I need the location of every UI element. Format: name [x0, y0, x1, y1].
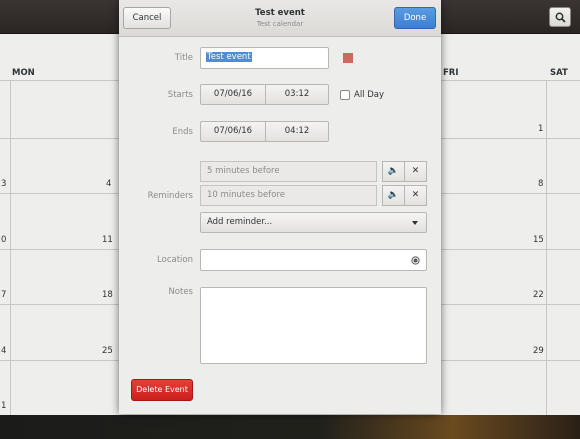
- done-button[interactable]: Done: [394, 7, 436, 29]
- search-icon: [555, 12, 566, 23]
- desktop-background: [0, 415, 580, 439]
- add-reminder-label: Add reminder...: [207, 217, 273, 227]
- day-number[interactable]: 1: [538, 124, 543, 134]
- day-header-mon: MON: [12, 68, 35, 78]
- remove-reminder-button[interactable]: ✕: [404, 161, 427, 182]
- all-day-label[interactable]: All Day: [354, 90, 384, 100]
- ends-label: Ends: [172, 127, 193, 137]
- end-time-button[interactable]: 04:12: [265, 121, 329, 142]
- grid-line: [10, 80, 11, 415]
- notes-textarea[interactable]: [200, 287, 427, 364]
- day-number[interactable]: 22: [533, 290, 544, 300]
- grid-line: [546, 80, 547, 415]
- title-label: Title: [174, 53, 193, 63]
- day-number[interactable]: 29: [533, 346, 544, 356]
- location-icon[interactable]: [411, 256, 420, 265]
- dialog-subtitle: Test calendar: [256, 20, 304, 28]
- day-number[interactable]: 18: [102, 290, 113, 300]
- title-input-text: Test event: [206, 52, 252, 62]
- chevron-down-icon: [412, 221, 418, 225]
- speaker-icon: 🔈: [387, 166, 400, 176]
- day-number[interactable]: 7: [1, 290, 6, 300]
- reminder-row: 5 minutes before: [200, 161, 377, 182]
- location-label: Location: [157, 255, 193, 265]
- day-number[interactable]: 8: [538, 179, 543, 189]
- close-icon: ✕: [411, 166, 420, 176]
- reminders-label: Reminders: [147, 191, 193, 201]
- reminder-sound-button[interactable]: 🔈: [382, 161, 405, 182]
- location-input[interactable]: [200, 249, 427, 271]
- reminder-row: 10 minutes before: [200, 185, 377, 206]
- close-icon: ✕: [411, 190, 420, 200]
- remove-reminder-button[interactable]: ✕: [404, 185, 427, 206]
- day-number[interactable]: 3: [1, 179, 6, 189]
- start-date-button[interactable]: 07/06/16: [200, 84, 266, 105]
- search-button[interactable]: [549, 7, 571, 27]
- day-number[interactable]: 25: [102, 346, 113, 356]
- day-number[interactable]: 1: [1, 401, 6, 411]
- day-header-sat: SAT: [550, 68, 568, 78]
- edit-event-dialog: Cancel Test event Test calendar Done Tit…: [119, 0, 441, 414]
- day-number[interactable]: 11: [102, 235, 113, 245]
- speaker-icon: 🔈: [387, 190, 400, 200]
- day-number[interactable]: 4: [1, 346, 6, 356]
- day-header-fri: FRI: [443, 68, 459, 78]
- reminder-sound-button[interactable]: 🔈: [382, 185, 405, 206]
- starts-label: Starts: [167, 90, 193, 100]
- all-day-checkbox[interactable]: [340, 90, 350, 100]
- dialog-title: Test event: [255, 8, 305, 18]
- calendar-color-swatch[interactable]: [343, 53, 353, 63]
- day-number[interactable]: 4: [106, 179, 111, 189]
- start-time-button[interactable]: 03:12: [265, 84, 329, 105]
- end-date-button[interactable]: 07/06/16: [200, 121, 266, 142]
- day-number[interactable]: 15: [533, 235, 544, 245]
- add-reminder-dropdown[interactable]: Add reminder...: [200, 212, 427, 233]
- day-number[interactable]: 0: [1, 235, 6, 245]
- title-input[interactable]: Test event: [200, 47, 329, 69]
- delete-event-button[interactable]: Delete Event: [131, 379, 193, 401]
- notes-label: Notes: [168, 287, 193, 297]
